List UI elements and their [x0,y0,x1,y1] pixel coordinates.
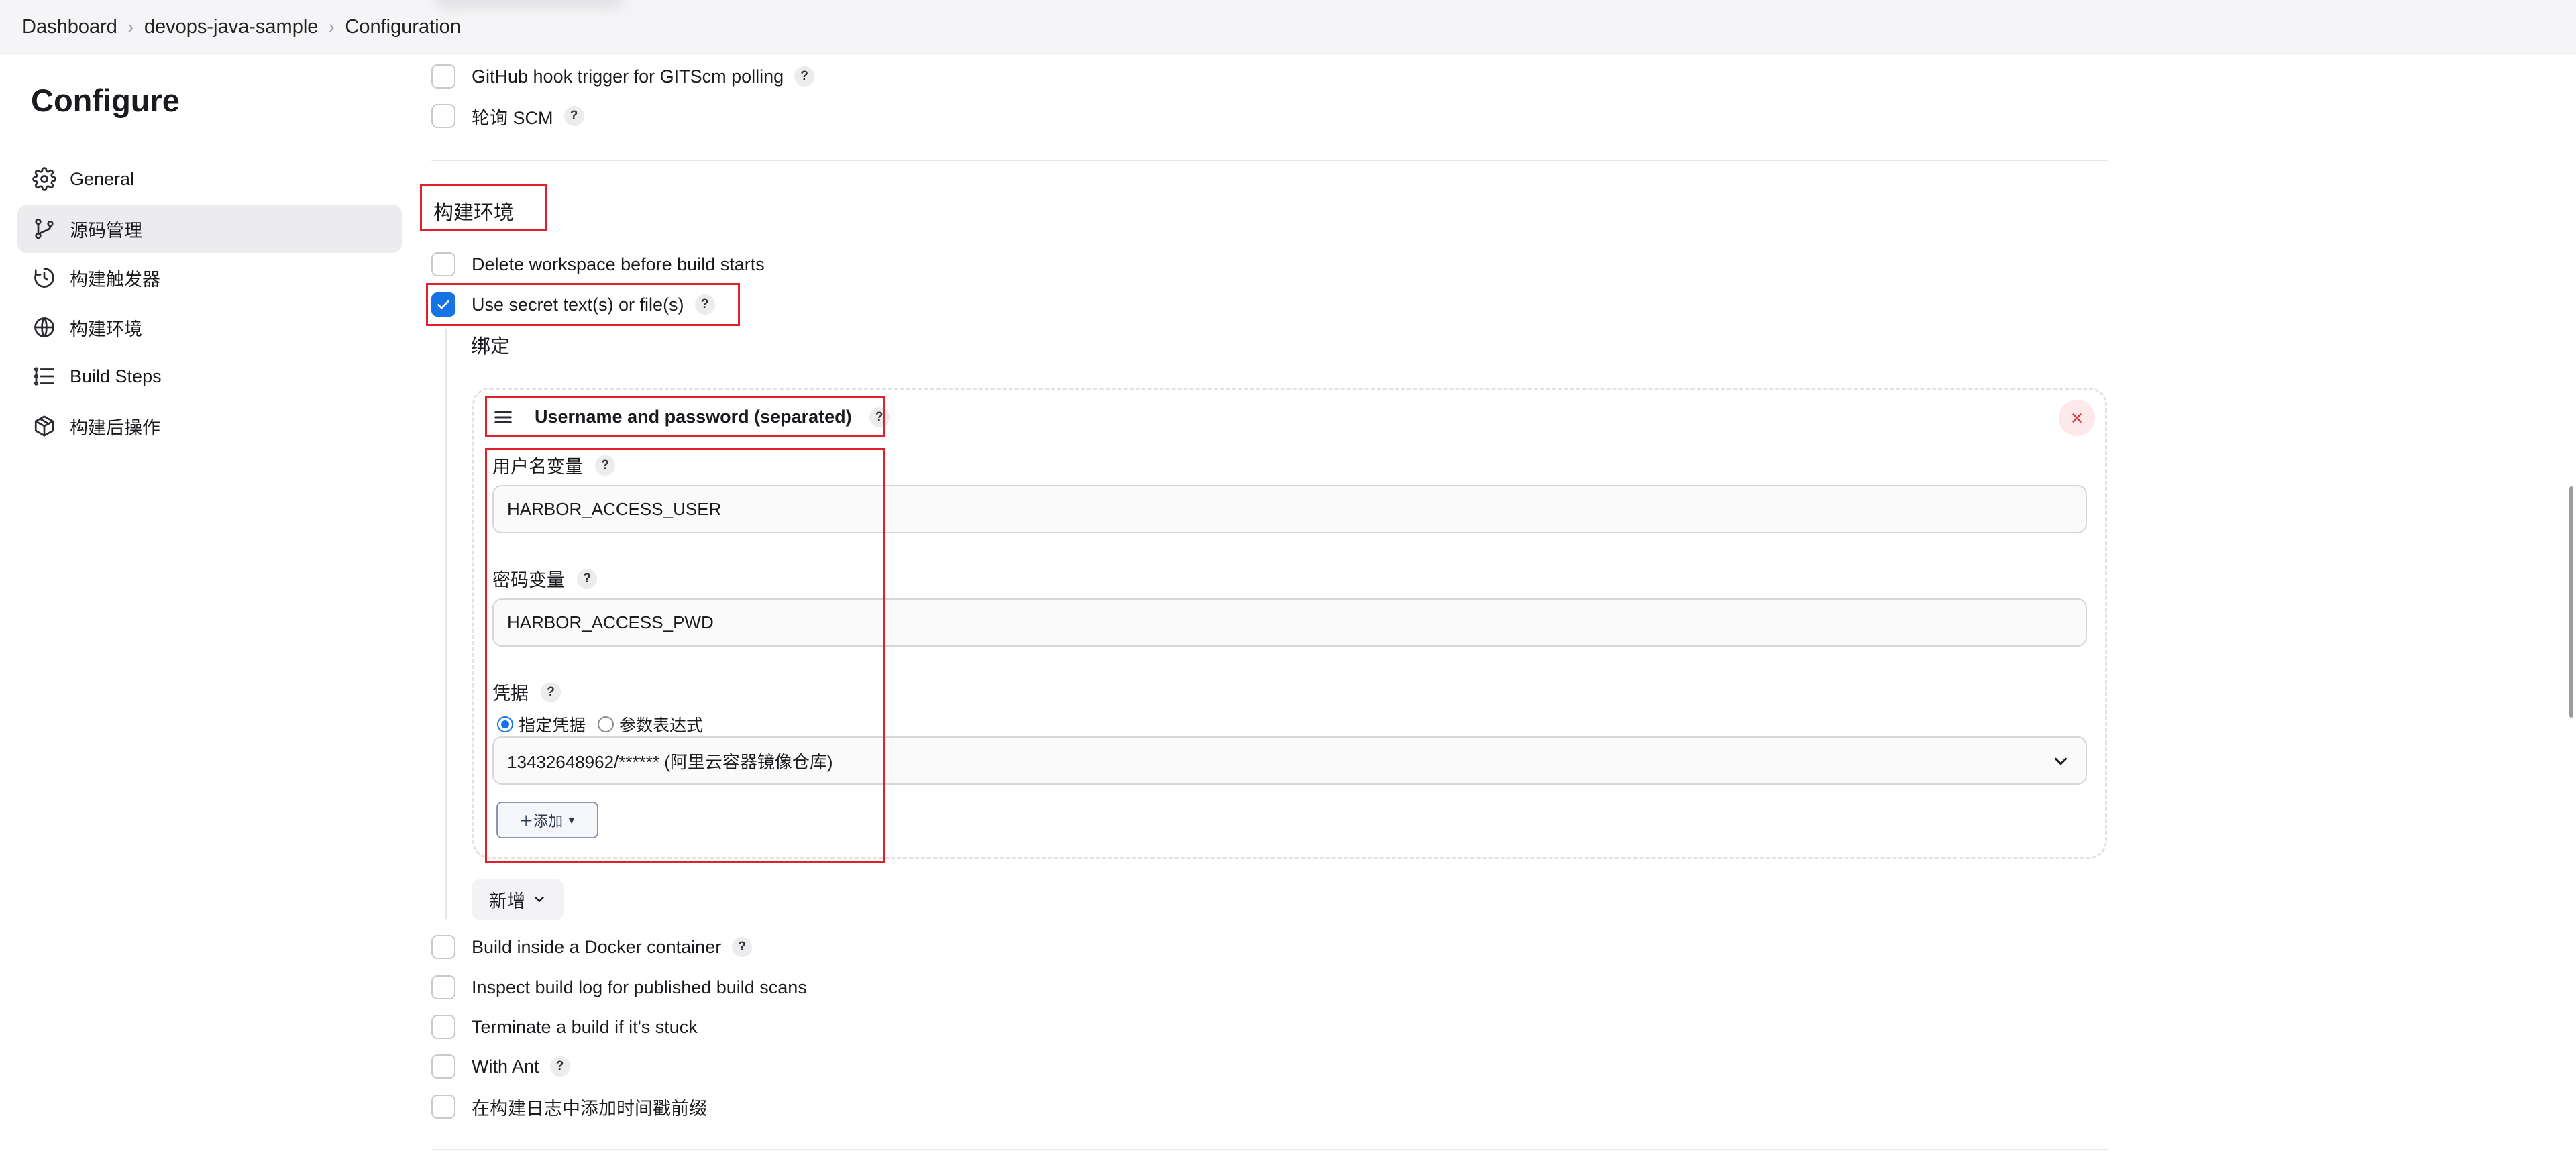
checkbox[interactable] [431,252,455,276]
terminate-stuck-row[interactable]: Terminate a build if it's stuck [431,1012,698,1042]
globe-icon [30,313,59,342]
scrollbar[interactable] [2569,486,2573,718]
help-icon[interactable]: ? [564,106,584,126]
checkbox-label: 在构建日志中添加时间戳前缀 [472,1098,707,1119]
breadcrumb-configuration[interactable]: Configuration [345,16,461,38]
sidebar-item-build-steps[interactable]: Build Steps [17,352,402,400]
highlight-box [485,396,885,437]
breadcrumb: Dashboard › devops-java-sample › Configu… [22,15,461,39]
section-divider [431,1149,2108,1150]
checkbox[interactable] [431,975,455,999]
page-title: Configure [31,83,180,118]
highlight-box [420,184,547,231]
trigger-github-hook-row[interactable]: GitHub hook trigger for GITScm polling ? [431,62,815,91]
checkbox[interactable] [431,1095,455,1119]
nesting-line [445,329,447,919]
sidebar-item-general[interactable]: General [17,155,402,203]
clock-icon [30,263,59,292]
checkbox-label: With Ant [472,1056,539,1077]
timestamp-row[interactable]: 在构建日志中添加时间戳前缀 [431,1092,707,1121]
checkbox[interactable] [431,64,455,89]
close-icon[interactable] [2059,400,2095,436]
toolbar-shadow [436,0,624,9]
sidebar-item-scm[interactable]: 源码管理 [17,205,402,253]
checkbox[interactable] [431,1054,455,1079]
checkbox-label: Delete workspace before build starts [472,254,765,274]
sidebar-item-label: 源码管理 [70,220,142,241]
highlight-box [485,448,885,863]
checkbox[interactable] [431,935,455,959]
checkbox-label: Terminate a build if it's stuck [472,1016,698,1037]
checkbox-label: Build inside a Docker container [472,936,722,957]
add-binding-button[interactable]: 新增 [472,879,564,920]
help-icon[interactable]: ? [549,1056,570,1077]
sidebar-item-triggers[interactable]: 构建触发器 [17,254,402,302]
checkbox[interactable] [431,104,455,128]
sidebar-item-build-env[interactable]: 构建环境 [17,303,402,351]
section-divider [431,160,2108,161]
help-icon[interactable]: ? [794,66,815,87]
breadcrumb-dashboard[interactable]: Dashboard [22,16,117,38]
gear-icon [30,164,59,194]
checkbox-label: GitHub hook trigger for GITScm polling [472,66,784,87]
chevron-down-icon [2051,751,2071,776]
sidebar-item-label: 构建环境 [70,319,142,339]
highlight-box [426,283,740,326]
checkbox-label: 轮询 SCM [472,107,553,128]
help-icon[interactable]: ? [732,937,753,957]
sidebar-item-post-build[interactable]: 构建后操作 [17,402,402,450]
sidebar-item-label: General [70,168,135,189]
bindings-label: 绑定 [471,336,511,358]
inspect-build-log-row[interactable]: Inspect build log for published build sc… [431,973,807,1002]
chevron-right-icon: › [329,16,335,37]
sidebar-item-label: 构建触发器 [70,269,160,290]
trigger-poll-scm-row[interactable]: 轮询 SCM ? [431,101,584,131]
cube-icon [30,411,59,441]
checkbox[interactable] [431,1015,455,1039]
branch-icon [30,214,59,243]
sidebar-item-label: Build Steps [70,366,162,386]
breadcrumb-bar: Dashboard › devops-java-sample › Configu… [0,0,2576,54]
chevron-down-icon [532,892,547,907]
button-label: 新增 [489,891,525,912]
list-icon [30,362,59,391]
checkbox-label: Inspect build log for published build sc… [472,977,807,997]
docker-container-row[interactable]: Build inside a Docker container ? [431,932,753,962]
sidebar-item-label: 构建后操作 [70,417,160,438]
breadcrumb-project[interactable]: devops-java-sample [144,16,319,38]
chevron-right-icon: › [127,16,134,37]
with-ant-row[interactable]: With Ant ? [431,1052,570,1081]
delete-workspace-row[interactable]: Delete workspace before build starts [431,250,765,279]
